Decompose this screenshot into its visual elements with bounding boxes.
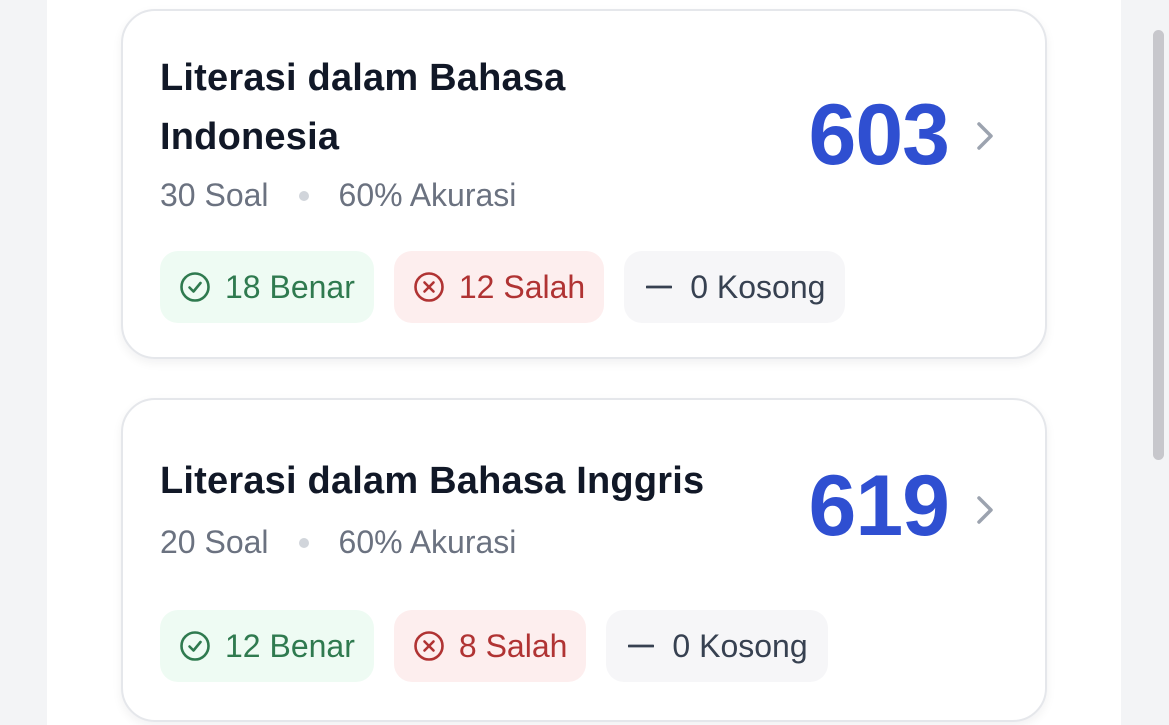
card-meta: 30 Soal 60% Akurasi [160, 177, 516, 214]
correct-count: 18 Benar [225, 268, 355, 305]
check-circle-icon [180, 272, 210, 302]
correct-badge: 18 Benar [160, 251, 374, 323]
x-circle-icon [414, 272, 444, 302]
accuracy: 60% Akurasi [338, 524, 517, 560]
minus-icon [628, 644, 655, 648]
card-meta: 20 Soal 60% Akurasi [160, 524, 516, 561]
wrong-badge: 12 Salah [393, 251, 605, 323]
chevron-right-icon[interactable] [973, 116, 997, 156]
empty-count: 0 Kosong [672, 627, 808, 664]
card-title: Literasi dalam Bahasa Indonesia [160, 57, 566, 158]
empty-badge: 0 Kosong [606, 610, 828, 682]
correct-count: 12 Benar [225, 627, 355, 664]
subject-card-indonesia[interactable]: Literasi dalam Bahasa Indonesia 30 Soal … [121, 9, 1047, 359]
score: 603 [808, 87, 950, 183]
separator-dot [298, 537, 309, 548]
empty-badge: 0 Kosong [624, 251, 846, 323]
question-count: 30 Soal [160, 177, 269, 213]
question-count: 20 Soal [160, 524, 269, 560]
check-circle-icon [180, 631, 210, 661]
minus-icon [646, 285, 673, 289]
score: 619 [808, 458, 950, 554]
correct-badge: 12 Benar [160, 610, 374, 682]
card-title: Literasi dalam Bahasa Inggris [160, 460, 705, 502]
answer-summary: 12 Benar 8 Salah 0 Kosong [160, 610, 828, 682]
accuracy: 60% Akurasi [338, 177, 517, 213]
wrong-count: 12 Salah [458, 268, 586, 305]
separator-dot [298, 190, 309, 201]
empty-count: 0 Kosong [690, 268, 826, 305]
scrollbar-thumb[interactable] [1153, 30, 1164, 460]
wrong-count: 8 Salah [458, 627, 568, 664]
x-circle-icon [414, 631, 444, 661]
subject-card-inggris[interactable]: Literasi dalam Bahasa Inggris 20 Soal 60… [121, 398, 1047, 722]
answer-summary: 18 Benar 12 Salah 0 Kosong [160, 251, 846, 323]
chevron-right-icon[interactable] [973, 490, 997, 530]
wrong-badge: 8 Salah [393, 610, 587, 682]
